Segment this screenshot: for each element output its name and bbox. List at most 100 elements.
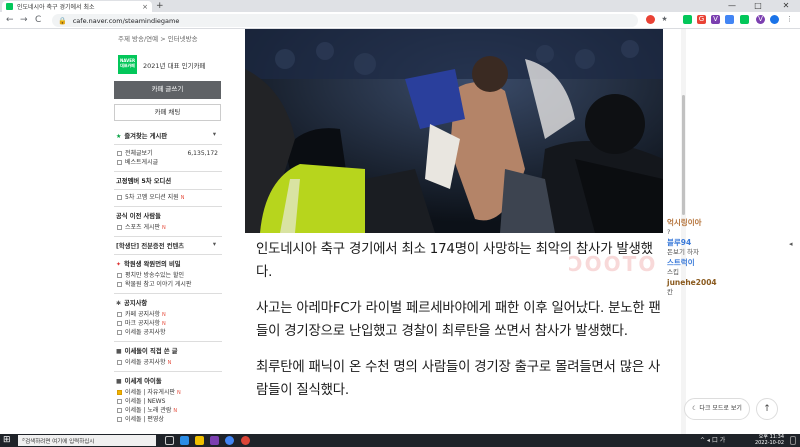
new-badge-icon: N (162, 312, 166, 318)
menu-item-idol-free[interactable]: 이세돌 | 자유게시판 N (112, 388, 224, 397)
search-placeholder: 검색하려면 여기에 입력하십시 (25, 438, 95, 445)
new-badge-icon: N (167, 360, 172, 366)
favorites-title-label: 즐겨찾는 게시판 (124, 133, 168, 140)
new-badge-icon: N (162, 321, 166, 327)
idol-title-label: 이세계 아이돌 (124, 378, 162, 385)
minimize-button[interactable]: — (720, 0, 744, 11)
menu-item-idol-news[interactable]: 이세돌 | NEWS (112, 397, 224, 406)
new-badge-icon: N (180, 195, 185, 201)
menu-item-label: 이세돌 | NEWS (125, 398, 166, 405)
collapse-arrow-icon[interactable]: ◂ (789, 240, 793, 248)
browser-tab[interactable]: 인도네시아 축구 경기에서 최소 × (2, 1, 152, 12)
menu-item-label: 이세돌 | 자유게시판 (125, 389, 175, 396)
store-icon[interactable] (225, 436, 234, 445)
board-checkbox-icon (117, 417, 122, 422)
board-checkbox-icon (117, 282, 122, 287)
menu-item-isedol-notice-2[interactable]: 이세돌 공지사항 N (112, 358, 224, 367)
cafe-write-button[interactable]: 카페 글쓰기 (114, 81, 221, 99)
pin-icon: ✦ (116, 261, 122, 268)
favorites-section-title[interactable]: ★ 즐겨찾는 게시판 ▾ (112, 131, 224, 140)
chat-nickname[interactable]: junehe2004 (667, 278, 747, 288)
board-checkbox-icon (117, 160, 122, 165)
folder-icon[interactable] (195, 436, 204, 445)
dark-mode-button[interactable]: ☾ 다크 모드로 보기 (684, 398, 750, 420)
menu-item-label: 카페 공지사항 (125, 311, 161, 318)
back-button[interactable]: ← (6, 14, 14, 26)
chat-nickname[interactable]: 억시링이아 (667, 218, 747, 228)
topic-breadcrumb[interactable]: 주제 방송/연예 > 인터넷방송 (112, 29, 224, 43)
v-extension-icon[interactable]: V (711, 15, 720, 24)
menu-item-label: 5차 고멤 오디션 지원 (125, 194, 179, 201)
menu-item-discount[interactable]: 평치만 방송수있는 할인 (112, 271, 224, 280)
menu-item-mc-notice[interactable]: 마크 공지사항 N (112, 319, 224, 328)
scrollbar-thumb[interactable] (682, 95, 685, 215)
puzzle-extension-icon[interactable] (725, 15, 734, 24)
address-bar[interactable]: 🔒 cafe.naver.com/steamindiegame (52, 14, 638, 27)
tab-title: 인도네시아 축구 경기에서 최소 (17, 4, 95, 11)
forward-button[interactable]: → (20, 14, 28, 26)
gear-icon: ✱ (116, 300, 122, 307)
menu-item-best-posts[interactable]: 베스트게시글 (112, 158, 224, 167)
notice-section-title: ✱ 공지사항 (112, 298, 224, 307)
v-app-icon[interactable] (210, 436, 219, 445)
article-photo (245, 29, 663, 233)
menu-item-idol-video[interactable]: 이세돌 | 편영상 (112, 415, 224, 424)
chevron-down-icon[interactable]: ▾ (213, 131, 216, 138)
profile-avatar-icon[interactable] (770, 15, 779, 24)
isedol-written-title-label: 이세돌이 직접 쓴 글 (124, 348, 178, 355)
menu-item-cafe-notice[interactable]: 카페 공지사항 N (112, 310, 224, 319)
board-checkbox-icon (117, 360, 122, 365)
tab-close-icon[interactable]: × (142, 3, 148, 11)
reload-button[interactable]: C (35, 14, 41, 26)
menu-item-label: 마크 공지사항 (125, 320, 161, 327)
chat-nickname[interactable]: 블루94 (667, 238, 747, 248)
notification-icon[interactable] (790, 436, 796, 445)
bookmark-star-icon[interactable]: ★ (660, 15, 669, 24)
taskbar-search-input[interactable]: ⌕ 검색하려면 여기에 입력하십시 (18, 435, 156, 446)
naver-extension-icon[interactable] (740, 15, 749, 24)
club-section-title[interactable]: [학생단] 전분증전 컨텐츠 ▾ (112, 241, 224, 250)
news-section-title: 공식 이전 사람들 (116, 213, 161, 220)
menu-item-sports[interactable]: 스포츠 게시판 N (112, 223, 224, 232)
taskbar-clock[interactable]: 오후 11:34 2022-10-02 (748, 434, 784, 446)
menu-item-label: 이세돌 | 노래 관람 (125, 407, 172, 414)
cafe-chat-button[interactable]: 카페 채팅 (114, 104, 221, 121)
new-tab-button[interactable]: + (156, 1, 164, 11)
scroll-top-button[interactable]: ↑ (756, 398, 778, 420)
new-badge-icon: N (177, 390, 181, 396)
maximize-button[interactable]: □ (746, 0, 770, 11)
g-extension-icon[interactable]: G (697, 15, 706, 24)
grid-extension-icon[interactable] (683, 15, 692, 24)
record-extension-icon[interactable] (646, 15, 655, 24)
board-checkbox-icon (117, 408, 122, 413)
menu-item-audition[interactable]: 5차 고멤 오디션 지원 N (112, 193, 224, 202)
isedol-written-section-title: ■ 이세돌이 직접 쓴 글 (112, 346, 224, 355)
chevron-down-icon[interactable]: ▾ (213, 241, 216, 248)
watermark-logo: ƆOOTO (568, 252, 658, 276)
edge-icon[interactable] (180, 436, 189, 445)
board-checkbox-icon (117, 273, 122, 278)
new-badge-icon: N (173, 408, 178, 414)
menu-item-isedol-notice[interactable]: 이세돌 공지사항 (112, 328, 224, 337)
board-checkbox-icon (117, 399, 122, 404)
close-window-button[interactable]: ✕ (774, 0, 798, 11)
chrome-icon[interactable] (241, 436, 250, 445)
chat-nickname[interactable]: 스트럭이 (667, 258, 747, 268)
menu-item-all-posts[interactable]: 전체글보기 6,135,172 (112, 149, 224, 158)
url-text[interactable]: cafe.naver.com/steamindiegame (73, 17, 180, 25)
idol-section-title: ■ 이세계 아이돌 (112, 376, 224, 385)
crowd-photo-image (245, 29, 663, 233)
article-paragraph: 사고는 아레마FC가 라이벌 페르세바야에게 패한 이후 일어났다. 분노한 팬… (256, 301, 661, 339)
menu-item-story-board[interactable]: 왁물원 참고 이야기 게시판 (112, 280, 224, 289)
board-checkbox-icon (117, 151, 122, 156)
windows-start-icon[interactable]: ⊞ (3, 436, 11, 445)
system-tray[interactable]: ^ ◂ 口 가 (700, 436, 725, 445)
dark-mode-label: 다크 모드로 보기 (699, 405, 742, 412)
star-icon: ★ (116, 133, 122, 140)
task-view-icon[interactable] (165, 436, 174, 445)
notice-title-label: 공지사항 (124, 300, 148, 307)
v-profile-icon[interactable]: V (756, 15, 765, 24)
board-checkbox-icon (117, 195, 122, 200)
menu-kebab-icon[interactable]: ⋮ (785, 15, 794, 24)
menu-item-idol-song[interactable]: 이세돌 | 노래 관람 N (112, 406, 224, 415)
